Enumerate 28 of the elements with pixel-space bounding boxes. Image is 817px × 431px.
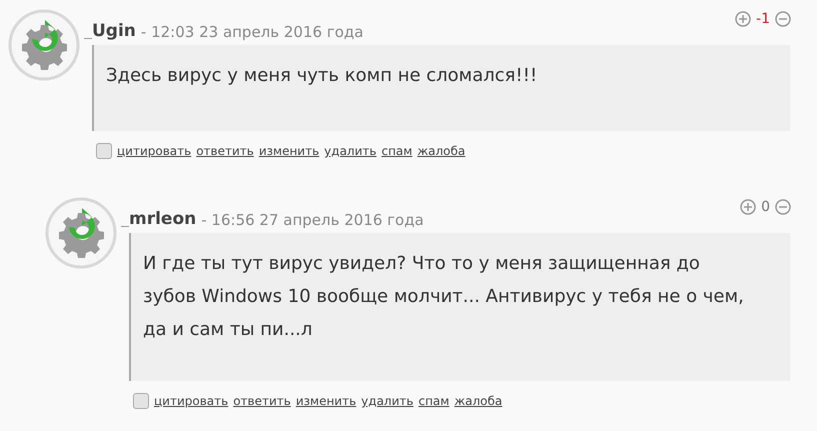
action-link[interactable]: цитировать (117, 144, 192, 158)
action-link[interactable]: ответить (196, 144, 254, 158)
action-link[interactable]: удалить (324, 144, 376, 158)
author-name[interactable]: mrleon (129, 209, 196, 229)
avatar-icon (45, 197, 117, 269)
action-link[interactable]: спам (418, 394, 450, 408)
vote-score: -1 (756, 11, 770, 27)
author-name[interactable]: Ugin (92, 21, 136, 41)
minus-icon[interactable] (775, 11, 791, 27)
comment-date: - 12:03 23 апрель 2016 года (140, 23, 364, 41)
minus-icon[interactable] (775, 199, 791, 215)
action-link[interactable]: спам (381, 144, 412, 158)
avatar-icon (8, 9, 80, 81)
action-link[interactable]: ответить (233, 394, 291, 408)
action-link[interactable]: жалоба (454, 394, 502, 408)
checkbox[interactable] (133, 393, 149, 409)
vote-score: 0 (761, 199, 770, 215)
action-link[interactable]: изменить (296, 394, 356, 408)
checkbox[interactable] (96, 143, 112, 159)
plus-icon[interactable] (735, 11, 752, 27)
action-link[interactable]: изменить (258, 144, 320, 158)
plus-icon[interactable] (740, 199, 756, 215)
action-link[interactable]: цитировать (154, 394, 228, 408)
comment-text: Здесь вирус у меня чуть комп не сломался!!! (92, 45, 790, 131)
comment-date: - 16:56 27 апрель 2016 года (201, 211, 424, 229)
action-link[interactable]: жалоба (417, 144, 466, 158)
action-link[interactable]: удалить (361, 394, 414, 408)
comment-text: И где ты тут вирус увидел? Что то у меня защищенная до зубов Windows 10 вообще молчит... Антивирус у тебя не о чем, да и сам ты пи...л (129, 233, 790, 381)
